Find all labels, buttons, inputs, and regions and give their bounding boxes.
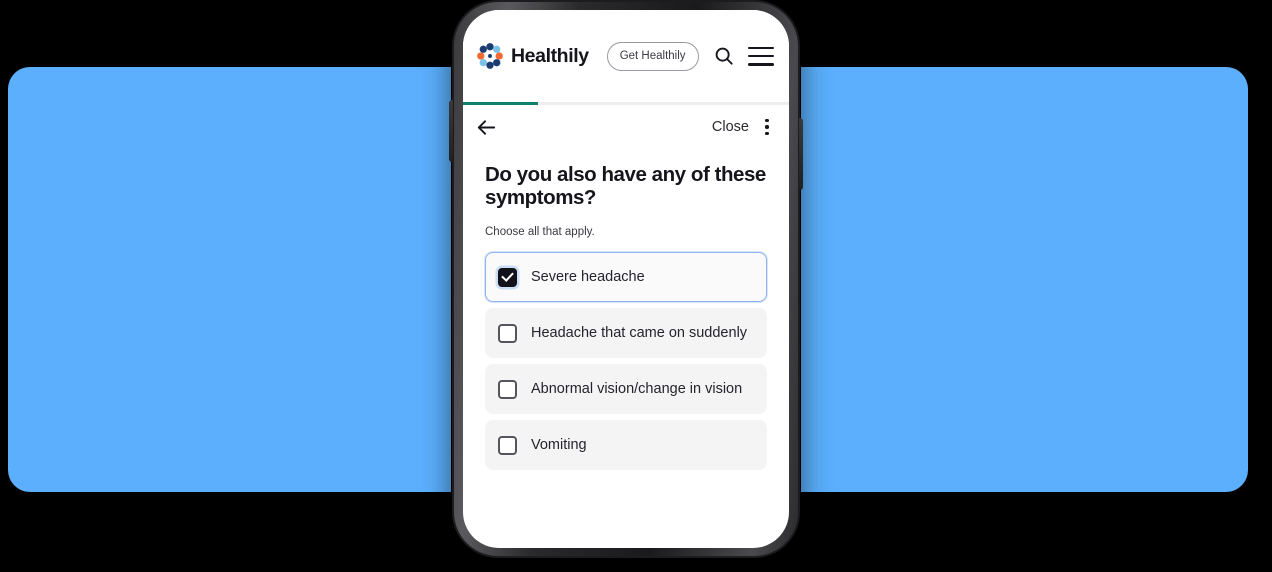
question-title: Do you also have any of these symptoms? [485, 163, 766, 210]
option-row-abnormal-vision[interactable]: Abnormal vision/change in vision [485, 364, 767, 415]
site-header: Healthily Get Healthily [463, 10, 789, 102]
kebab-menu-icon [765, 125, 769, 129]
arrow-left-icon [477, 119, 496, 135]
option-row-vomiting[interactable]: Vomiting [485, 420, 767, 471]
kebab-menu-icon [765, 118, 769, 123]
hamburger-menu-icon [747, 46, 774, 50]
search-icon [715, 47, 733, 65]
option-label: Headache that came on suddenly [531, 325, 748, 342]
get-healthily-button[interactable]: Get Healthily [606, 41, 699, 71]
checkbox-vomiting[interactable] [498, 435, 517, 455]
phone-screen: Healthily Get Healthily Close Do you als… [463, 10, 789, 548]
healthily-flower-logo-icon [477, 43, 503, 69]
symptom-options-list: Severe headache Headache that came on su… [485, 252, 767, 471]
hamburger-menu-icon [747, 62, 774, 66]
hamburger-menu-icon [747, 54, 774, 58]
checkbox-headache-sudden[interactable] [498, 323, 517, 343]
checkbox-abnormal-vision[interactable] [498, 379, 517, 399]
option-label: Vomiting [531, 437, 587, 454]
question-body: Do you also have any of these symptoms? … [463, 149, 789, 471]
close-button[interactable]: Close [712, 119, 759, 135]
back-button[interactable] [475, 116, 498, 139]
kebab-menu-icon [765, 131, 769, 136]
option-row-headache-sudden[interactable]: Headache that came on suddenly [485, 308, 767, 359]
brand-logo[interactable]: Healthily [476, 42, 589, 70]
phone-device-frame: Healthily Get Healthily Close Do you als… [449, 0, 803, 558]
overflow-menu-button[interactable] [759, 117, 775, 137]
option-label: Abnormal vision/change in vision [531, 381, 743, 398]
brand-name: Healthily [511, 44, 589, 67]
power-button[interactable] [799, 118, 803, 190]
hamburger-menu-button[interactable] [747, 46, 774, 66]
option-row-severe-headache[interactable]: Severe headache [485, 252, 767, 303]
search-button[interactable] [713, 45, 735, 67]
option-label: Severe headache [531, 269, 645, 286]
volume-button[interactable] [449, 100, 453, 162]
assistant-nav-bar: Close [463, 105, 789, 149]
checkbox-severe-headache[interactable] [498, 267, 517, 287]
check-icon [501, 269, 514, 283]
question-hint: Choose all that apply. [485, 226, 595, 239]
